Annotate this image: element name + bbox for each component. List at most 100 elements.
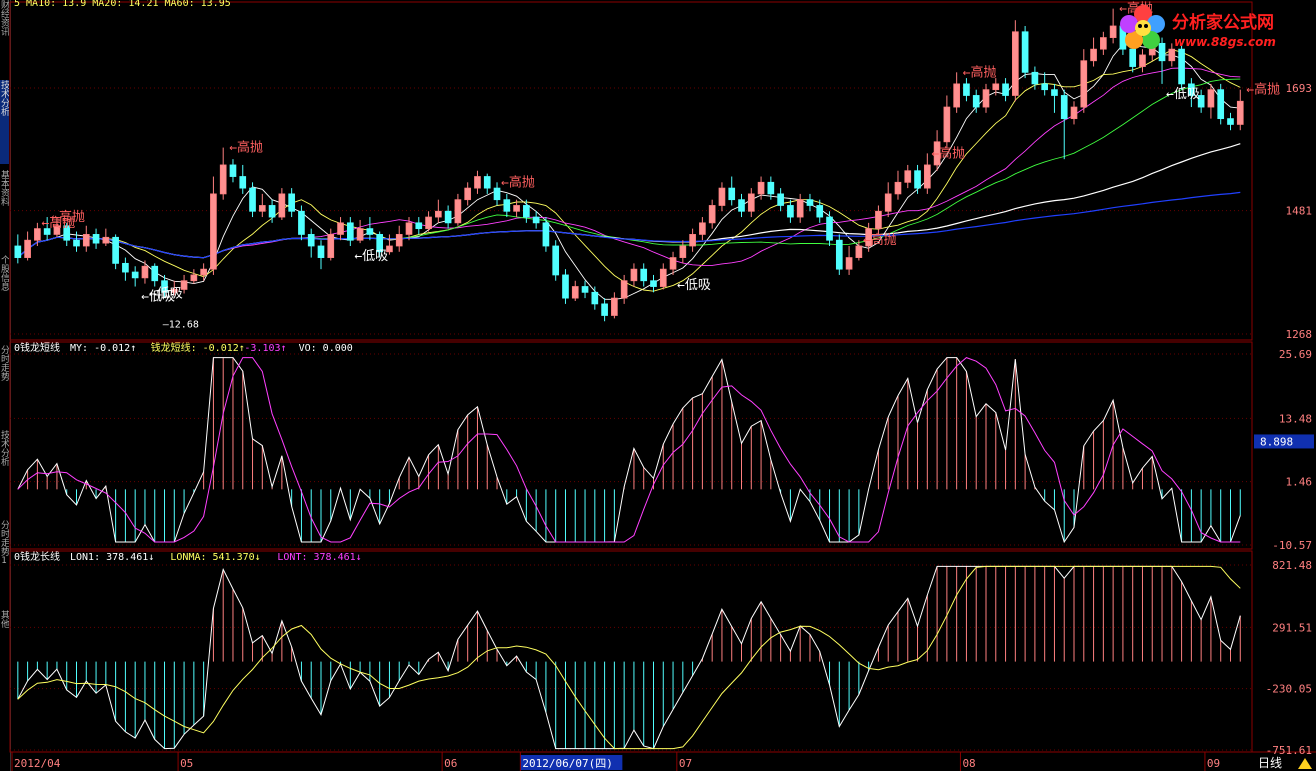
short-panel-frame: [9, 341, 1253, 550]
short-my-line: [17, 357, 1241, 544]
candle: [669, 257, 677, 270]
candle: [943, 106, 951, 143]
candle: [102, 236, 110, 244]
candle: [14, 245, 22, 258]
flower-logo-icon: [1120, 5, 1165, 49]
candle: [571, 286, 579, 299]
candle: [620, 280, 628, 299]
price-panel-frame: [9, 1, 1253, 341]
candle: [405, 222, 413, 235]
candle: [728, 187, 736, 201]
candle: [239, 176, 247, 189]
long-tick-0: 821.48: [1272, 559, 1312, 572]
price-tick-2: 1268: [1286, 328, 1313, 341]
period-label: 日线: [1258, 756, 1282, 770]
ma120-line: [17, 191, 1241, 259]
candle: [1217, 89, 1225, 120]
candle: [708, 205, 716, 224]
short-tick-0: 25.69: [1279, 348, 1312, 361]
candle: [718, 187, 726, 206]
short-tick-1: 13.48: [1279, 412, 1312, 425]
candle: [298, 210, 305, 235]
long-legend-0: LON1: 378.461↓: [70, 552, 154, 563]
candle: [1109, 25, 1117, 38]
short-current-value: 8.898: [1260, 435, 1293, 448]
long-legend-2: LONT: 378.461↓: [277, 552, 361, 563]
candle: [1139, 54, 1146, 67]
candle: [454, 199, 462, 224]
long-tick-1: 291.51: [1272, 621, 1312, 634]
candle: [884, 193, 892, 212]
candle: [581, 286, 589, 293]
candle: [523, 205, 530, 218]
long-panel-frame: [9, 550, 1253, 753]
candle: [366, 228, 374, 235]
low-price-label: —12.68: [163, 319, 199, 330]
logo-url: www.88gs.com: [1174, 35, 1276, 49]
signal-annotation: ←高抛: [863, 232, 897, 248]
candle: [1090, 48, 1097, 62]
signal-annotation: ←低吸: [354, 249, 388, 264]
period-triangle-icon: [1298, 758, 1312, 769]
candle: [1207, 89, 1215, 108]
candle: [611, 297, 618, 316]
candle: [953, 83, 960, 108]
candle: [317, 245, 325, 258]
candle: [92, 234, 100, 244]
candle: [82, 234, 90, 247]
candle: [1031, 71, 1039, 85]
candle: [845, 257, 853, 270]
short-tick-3: -10.57: [1272, 539, 1312, 552]
candle: [1070, 106, 1078, 120]
candle: [1060, 95, 1068, 120]
candle: [131, 271, 139, 279]
candle: [747, 193, 755, 212]
candle: [249, 187, 256, 212]
candle: [699, 222, 706, 235]
candle: [552, 245, 560, 276]
short-tick-2: 1.46: [1286, 476, 1313, 489]
candle: [356, 228, 364, 241]
candle: [835, 239, 843, 270]
candle: [278, 193, 286, 218]
candle: [219, 164, 227, 195]
price-tick-1: 1481: [1286, 205, 1313, 218]
candle: [1178, 48, 1185, 85]
candle: [630, 268, 638, 282]
candle: [757, 181, 765, 195]
candle: [112, 236, 119, 264]
short-legend-0: MY: -0.012↑: [70, 343, 136, 354]
long-panel-title: 0钱龙长线: [14, 550, 60, 563]
candle: [288, 193, 295, 212]
candle: [141, 265, 149, 279]
candle: [483, 176, 491, 189]
ma20-line: [17, 67, 1241, 266]
candle: [73, 239, 80, 247]
candle: [738, 199, 745, 212]
candle: [562, 274, 569, 299]
short-legend-1: 钱龙短线: -0.012↑: [151, 341, 245, 354]
candle: [875, 210, 882, 230]
candle: [855, 245, 863, 258]
candle: [503, 199, 511, 212]
candle: [982, 89, 990, 108]
long-legend-1: LONMA: 541.370↓: [170, 552, 260, 563]
candle: [513, 205, 520, 212]
candle: [34, 228, 41, 241]
short-legend-3: VO: 0.000: [299, 343, 353, 354]
price-tick-0: 1693: [1286, 82, 1313, 95]
candle: [151, 265, 159, 282]
candle: [268, 205, 276, 218]
candle: [689, 234, 696, 247]
candle: [464, 187, 472, 201]
candle: [435, 210, 442, 218]
candle: [1100, 37, 1107, 50]
x-label-4: 07: [679, 757, 692, 770]
long-lonma-line: [17, 565, 1241, 750]
x-label-3: 2012/06/07(四): [522, 757, 612, 770]
candle: [24, 239, 31, 258]
candle: [992, 83, 1000, 91]
logo-title: 分析家公式网: [1172, 13, 1274, 33]
x-label-6: 09: [1207, 757, 1220, 770]
signal-annotation: ←高抛: [41, 215, 75, 231]
